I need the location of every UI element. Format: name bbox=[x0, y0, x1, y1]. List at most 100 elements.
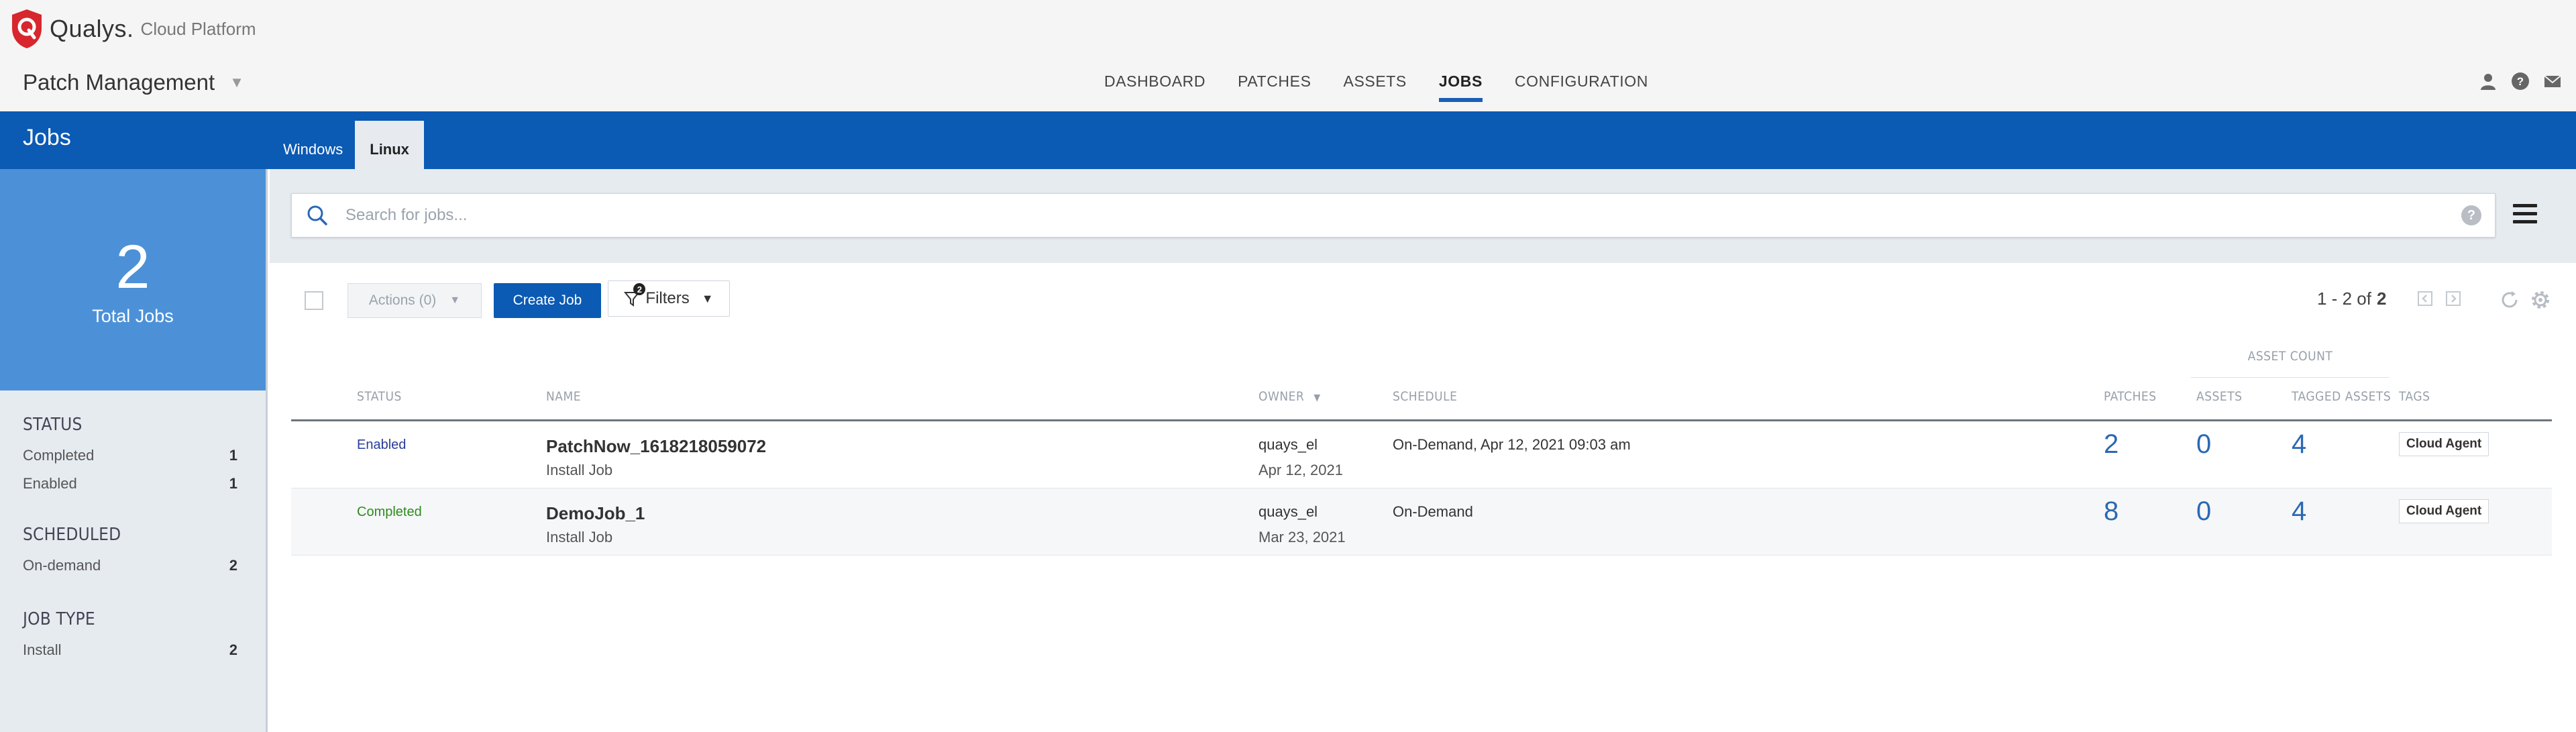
facet-sidebar: 2 Total Jobs STATUS Completed 1 Enabled … bbox=[0, 169, 268, 732]
col-status[interactable]: STATUS bbox=[357, 389, 402, 404]
owner-name: quays_el bbox=[1258, 503, 1318, 520]
col-owner-label: OWNER bbox=[1258, 389, 1305, 404]
facet-item-enabled[interactable]: Enabled 1 bbox=[23, 475, 237, 492]
col-patches[interactable]: PATCHES bbox=[2104, 389, 2157, 404]
status-badge: Enabled bbox=[357, 437, 407, 452]
filters-count-badge: 2 bbox=[633, 283, 646, 295]
facet-item-count: 1 bbox=[229, 447, 237, 464]
tab-windows[interactable]: Windows bbox=[271, 121, 355, 169]
table-row[interactable]: Completed DemoJob_1 Install Job quays_el… bbox=[291, 488, 2552, 556]
actions-button[interactable]: Actions (0) ▼ bbox=[347, 283, 482, 318]
actions-label: Actions (0) bbox=[368, 293, 437, 308]
col-tagged-assets[interactable]: TAGGED ASSETS bbox=[2292, 389, 2391, 404]
pagination-controls bbox=[2415, 289, 2471, 309]
qualys-logo[interactable]: Qualys. Cloud Platform bbox=[11, 8, 256, 50]
job-name-link[interactable]: PatchNow_1618218059072 bbox=[546, 436, 766, 457]
refresh-icon[interactable] bbox=[2498, 289, 2521, 311]
svg-text:?: ? bbox=[2517, 75, 2524, 88]
job-type: Install Job bbox=[546, 462, 613, 478]
col-owner[interactable]: OWNER ▼ bbox=[1258, 389, 1321, 404]
owner-date: Apr 12, 2021 bbox=[1258, 462, 1343, 478]
facet-item-install[interactable]: Install 2 bbox=[23, 641, 237, 659]
table-header: STATUS NAME OWNER ▼ SCHEDULE PATCHES ASSE… bbox=[291, 386, 2552, 421]
mail-icon bbox=[2544, 75, 2561, 87]
search-band: ? bbox=[270, 169, 2576, 263]
search-input[interactable] bbox=[345, 206, 2461, 225]
brand-name: Qualys. bbox=[50, 15, 134, 42]
facet-title: JOB TYPE bbox=[23, 609, 95, 629]
schedule-text: On-Demand, Apr 12, 2021 09:03 am bbox=[1393, 436, 1631, 453]
page-header-band: Jobs Windows Linux bbox=[0, 111, 2576, 169]
owner-date: Mar 23, 2021 bbox=[1258, 529, 1346, 545]
patches-count-link[interactable]: 8 bbox=[2104, 496, 2118, 527]
tag-chip: Cloud Agent bbox=[2399, 432, 2489, 456]
facet-item-label: Enabled bbox=[23, 475, 77, 492]
help-icon: ? bbox=[2512, 72, 2529, 90]
os-tabs: Windows Linux bbox=[271, 121, 424, 169]
col-schedule[interactable]: SCHEDULE bbox=[1393, 389, 1457, 404]
facet-scheduled: SCHEDULED On-demand 2 bbox=[23, 525, 237, 585]
status-badge: Completed bbox=[357, 505, 422, 519]
patches-count-link[interactable]: 2 bbox=[2104, 429, 2118, 460]
search-box: ? bbox=[291, 193, 2496, 238]
tab-linux[interactable]: Linux bbox=[355, 121, 424, 169]
asset-count-group-header: ASSET COUNT bbox=[2191, 349, 2390, 378]
tagged-assets-count-link[interactable]: 4 bbox=[2292, 496, 2306, 527]
pager-total: 2 bbox=[2376, 289, 2387, 309]
table-tools bbox=[2490, 289, 2552, 311]
chevron-left-icon[interactable] bbox=[2415, 289, 2435, 309]
facet-item-completed[interactable]: Completed 1 bbox=[23, 447, 237, 464]
chevron-down-icon: ▼ bbox=[229, 74, 244, 91]
job-name-link[interactable]: DemoJob_1 bbox=[546, 503, 645, 524]
qualys-shield-logo-icon bbox=[12, 9, 42, 48]
module-switcher[interactable]: Patch Management ▼ bbox=[23, 70, 244, 95]
facet-item-count: 2 bbox=[229, 641, 237, 658]
facet-item-label: On-demand bbox=[23, 557, 101, 574]
sort-desc-icon: ▼ bbox=[1313, 393, 1321, 403]
brand-subtitle: Cloud Platform bbox=[140, 18, 256, 39]
nav-jobs[interactable]: JOBS bbox=[1438, 70, 1483, 102]
assets-count-link[interactable]: 0 bbox=[2196, 496, 2211, 527]
schedule-text: On-Demand bbox=[1393, 503, 1473, 520]
col-name[interactable]: NAME bbox=[546, 389, 581, 404]
col-assets[interactable]: ASSETS bbox=[2196, 389, 2243, 404]
main-nav: DASHBOARD PATCHES ASSETS JOBS CONFIGURAT… bbox=[1104, 70, 1680, 102]
filters-label: Filters bbox=[645, 289, 690, 307]
facet-title: STATUS bbox=[23, 415, 83, 435]
nav-assets[interactable]: ASSETS bbox=[1344, 70, 1407, 101]
tagged-assets-count-link[interactable]: 4 bbox=[2292, 429, 2306, 460]
nav-patches[interactable]: PATCHES bbox=[1238, 70, 1311, 101]
chevron-down-icon: ▼ bbox=[701, 291, 714, 305]
module-name: Patch Management bbox=[23, 70, 215, 95]
facet-item-label: Completed bbox=[23, 447, 95, 464]
pager-range: 1 - 2 of bbox=[2317, 289, 2371, 309]
nav-dashboard[interactable]: DASHBOARD bbox=[1104, 70, 1205, 101]
create-job-button[interactable]: Create Job bbox=[494, 283, 601, 318]
assets-count-link[interactable]: 0 bbox=[2196, 429, 2211, 460]
facet-job-type: JOB TYPE Install 2 bbox=[23, 609, 237, 670]
help-button[interactable]: ? bbox=[2509, 70, 2532, 93]
messages-button[interactable] bbox=[2541, 70, 2564, 93]
jobs-toolbar: Actions (0) ▼ Create Job 2 Filters ▼ 1 -… bbox=[291, 280, 2552, 318]
tag-chip: Cloud Agent bbox=[2399, 499, 2489, 523]
kpi-count: 2 bbox=[115, 233, 150, 301]
facet-item-count: 1 bbox=[229, 475, 237, 492]
facet-item-on-demand[interactable]: On-demand 2 bbox=[23, 557, 237, 574]
pagination-info: 1 - 2 of 2 bbox=[2317, 289, 2386, 309]
chevron-right-icon[interactable] bbox=[2443, 289, 2463, 309]
facet-item-label: Install bbox=[23, 641, 62, 658]
col-tags: TAGS bbox=[2399, 389, 2430, 404]
filter-icon: 2 bbox=[624, 283, 646, 307]
search-help-icon[interactable]: ? bbox=[2461, 205, 2481, 225]
select-all-checkbox[interactable] bbox=[305, 291, 323, 310]
gear-icon[interactable] bbox=[2529, 289, 2552, 311]
menu-icon[interactable] bbox=[2513, 204, 2537, 227]
search-icon bbox=[307, 205, 327, 225]
filters-button[interactable]: 2 Filters ▼ bbox=[608, 280, 730, 317]
user-menu[interactable] bbox=[2477, 70, 2500, 93]
kpi-label: Total Jobs bbox=[92, 306, 174, 326]
table-row[interactable]: Enabled PatchNow_1618218059072 Install J… bbox=[291, 421, 2552, 488]
header-icons: ? bbox=[2467, 70, 2564, 93]
nav-configuration[interactable]: CONFIGURATION bbox=[1515, 70, 1648, 101]
facet-item-count: 2 bbox=[229, 557, 237, 574]
